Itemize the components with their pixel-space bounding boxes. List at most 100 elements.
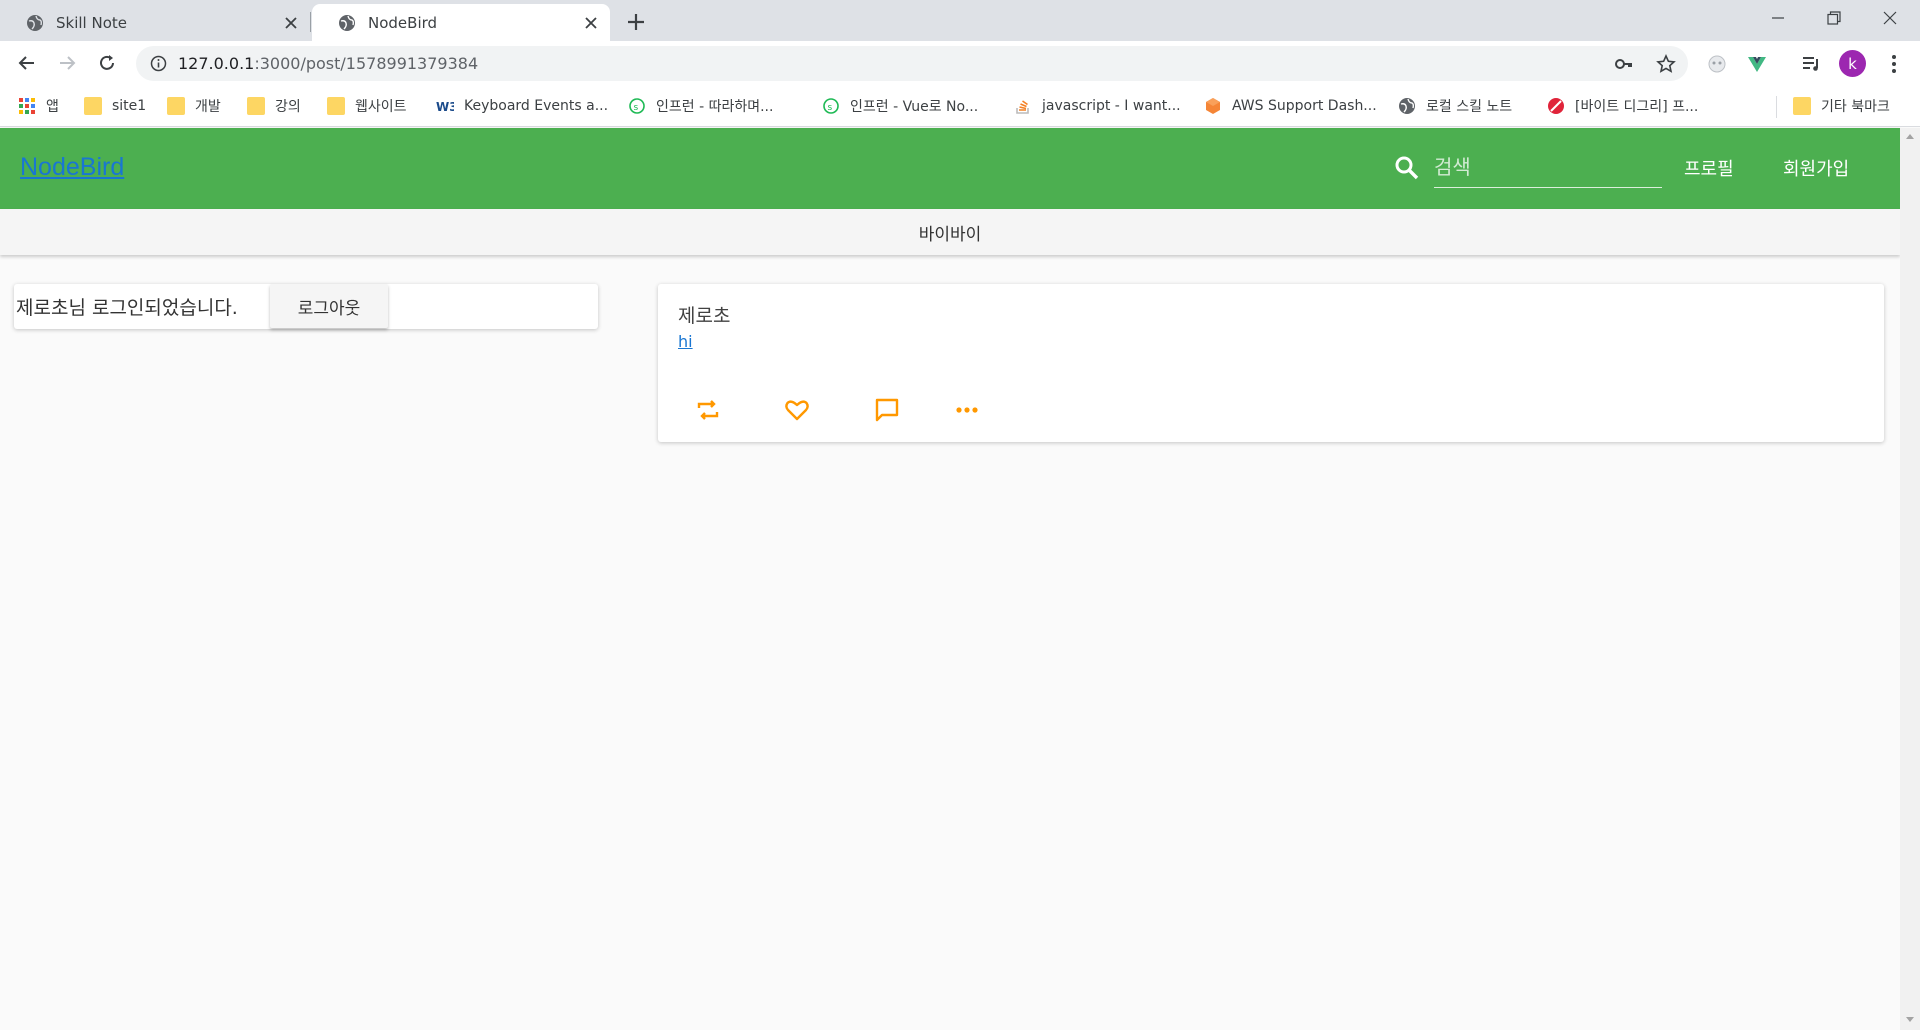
w3-icon: W3 bbox=[436, 100, 454, 114]
tab-skill-note[interactable]: Skill Note bbox=[0, 4, 310, 41]
bookmark-apps[interactable]: 앱 bbox=[18, 95, 59, 117]
tab-title: NodeBird bbox=[368, 13, 438, 32]
svg-text:s: s bbox=[634, 103, 639, 113]
bookmark-divider bbox=[1776, 96, 1777, 118]
close-icon bbox=[1883, 11, 1897, 25]
media-control-icon[interactable] bbox=[1800, 53, 1822, 75]
aws-icon bbox=[1206, 98, 1220, 114]
bookmark-aws-support[interactable]: AWS Support Dash... bbox=[1204, 95, 1377, 117]
tab-divider bbox=[310, 12, 311, 32]
nav-signup-link[interactable]: 회원가입 bbox=[1783, 155, 1849, 181]
back-button[interactable] bbox=[13, 49, 41, 77]
login-message: 제로초님 로그인되었습니다. bbox=[16, 297, 238, 319]
globe-icon bbox=[27, 14, 43, 31]
page-viewport: NodeBird 프로필 회원가입 바이바이 제로초님 로그인되었습니다. 로그… bbox=[0, 128, 1900, 1030]
bookmark-label: 로컬 스킬 노트 bbox=[1426, 99, 1513, 115]
bookmark-label: Keyboard Events a... bbox=[464, 98, 609, 114]
extension-icon[interactable] bbox=[1706, 53, 1728, 75]
bookmark-inflearn-1[interactable]: s 인프런 - 따라하며... bbox=[628, 95, 773, 117]
tab-strip: Skill Note NodeBird bbox=[0, 0, 1920, 41]
bookmark-site1[interactable]: site1 bbox=[84, 95, 146, 117]
star-icon[interactable] bbox=[1656, 54, 1676, 74]
more-horizontal-icon[interactable] bbox=[953, 396, 981, 424]
post-card: 제로초 hi bbox=[658, 284, 1884, 442]
globe-icon bbox=[339, 14, 355, 31]
bookmark-dev[interactable]: 개발 bbox=[167, 95, 221, 117]
bookmark-local-skill-note[interactable]: 로컬 스킬 노트 bbox=[1398, 95, 1512, 117]
inflearn-icon: s bbox=[823, 98, 839, 114]
bookmark-stackoverflow[interactable]: javascript - I want... bbox=[1014, 95, 1181, 117]
scroll-down-icon[interactable] bbox=[1905, 1016, 1915, 1024]
comment-icon[interactable] bbox=[873, 396, 901, 424]
folder-icon bbox=[247, 97, 265, 115]
close-icon[interactable] bbox=[284, 16, 298, 30]
bookmark-keyboard-events[interactable]: W3 Keyboard Events a... bbox=[436, 95, 608, 117]
bookmark-other[interactable]: 기타 북마크 bbox=[1793, 95, 1890, 117]
bookmark-byte-degree[interactable]: [바이트 디그리] 프... bbox=[1547, 95, 1698, 117]
byte-icon bbox=[1548, 98, 1564, 114]
url-text: 127.0.0.1:3000/post/1578991379384 bbox=[178, 54, 478, 73]
restore-icon bbox=[1827, 11, 1841, 25]
search-input[interactable] bbox=[1434, 146, 1662, 188]
browser-toolbar: 127.0.0.1:3000/post/1578991379384 k bbox=[0, 41, 1920, 86]
bookmark-lecture[interactable]: 강의 bbox=[247, 95, 301, 117]
vue-devtools-icon[interactable] bbox=[1746, 53, 1768, 75]
post-content-link[interactable]: hi bbox=[678, 332, 693, 351]
post-author: 제로초 bbox=[678, 305, 731, 327]
bookmark-label: AWS Support Dash... bbox=[1232, 98, 1377, 114]
url-path: :3000/post/1578991379384 bbox=[254, 54, 479, 73]
globe-icon bbox=[1399, 98, 1415, 114]
arrow-right-icon bbox=[60, 56, 76, 70]
key-icon[interactable] bbox=[1614, 54, 1634, 74]
bookmark-label: 인프런 - Vue로 No... bbox=[850, 99, 979, 115]
bookmark-inflearn-2[interactable]: s 인프런 - Vue로 No... bbox=[822, 95, 978, 117]
svg-text:s: s bbox=[828, 103, 833, 113]
bookmarks-bar: 앱 site1 개발 강의 웹사이트 W3 Keyboard Events a.… bbox=[0, 86, 1920, 127]
new-tab-icon[interactable] bbox=[624, 10, 648, 34]
reload-icon bbox=[100, 55, 114, 70]
forward-button[interactable] bbox=[53, 49, 81, 77]
bookmark-label: javascript - I want... bbox=[1042, 98, 1181, 114]
search-icon bbox=[1395, 156, 1419, 180]
more-vertical-icon[interactable] bbox=[1883, 53, 1905, 75]
arrow-left-icon bbox=[18, 56, 34, 70]
bookmark-label: 기타 북마크 bbox=[1821, 99, 1890, 115]
folder-icon bbox=[167, 97, 185, 115]
profile-avatar[interactable]: k bbox=[1839, 50, 1866, 77]
nav-profile-link[interactable]: 프로필 bbox=[1684, 155, 1734, 181]
restore-button[interactable] bbox=[1806, 0, 1862, 36]
info-icon[interactable] bbox=[150, 55, 167, 72]
login-card: 제로초님 로그인되었습니다. 로그아웃 bbox=[14, 284, 598, 329]
bookmark-website[interactable]: 웹사이트 bbox=[327, 95, 407, 117]
address-bar[interactable]: 127.0.0.1:3000/post/1578991379384 bbox=[136, 46, 1688, 81]
page-scrollbar[interactable] bbox=[1900, 128, 1920, 1030]
bookmark-label: 웹사이트 bbox=[355, 99, 407, 115]
bookmark-label: [바이트 디그리] 프... bbox=[1575, 99, 1699, 115]
tab-nodebird[interactable]: NodeBird bbox=[312, 4, 610, 41]
bookmark-label: 인프런 - 따라하며... bbox=[656, 99, 774, 115]
window-close-button[interactable] bbox=[1862, 0, 1918, 36]
heart-outline-icon[interactable] bbox=[783, 396, 811, 424]
logout-button[interactable]: 로그아웃 bbox=[270, 284, 388, 328]
retweet-icon[interactable] bbox=[694, 396, 722, 424]
inflearn-icon: s bbox=[629, 98, 645, 114]
apps-grid-icon bbox=[19, 98, 35, 114]
svg-text:W3: W3 bbox=[436, 100, 454, 114]
tab-title: Skill Note bbox=[56, 13, 127, 32]
sub-toolbar: 바이바이 bbox=[0, 209, 1900, 255]
reload-button[interactable] bbox=[93, 49, 121, 77]
stackoverflow-icon bbox=[1016, 100, 1029, 114]
close-icon[interactable] bbox=[584, 16, 598, 30]
bookmark-label: 강의 bbox=[275, 99, 301, 115]
folder-icon bbox=[1793, 97, 1811, 115]
scroll-up-icon[interactable] bbox=[1905, 132, 1915, 140]
folder-icon bbox=[327, 97, 345, 115]
bookmark-label: 개발 bbox=[195, 99, 221, 115]
url-host: 127.0.0.1 bbox=[178, 54, 255, 73]
bookmark-label: site1 bbox=[112, 98, 147, 114]
minimize-button[interactable] bbox=[1750, 0, 1806, 36]
minimize-icon bbox=[1772, 17, 1784, 19]
sub-toolbar-text: 바이바이 bbox=[918, 224, 982, 245]
folder-icon bbox=[84, 97, 102, 115]
brand-link[interactable]: NodeBird bbox=[20, 153, 124, 182]
